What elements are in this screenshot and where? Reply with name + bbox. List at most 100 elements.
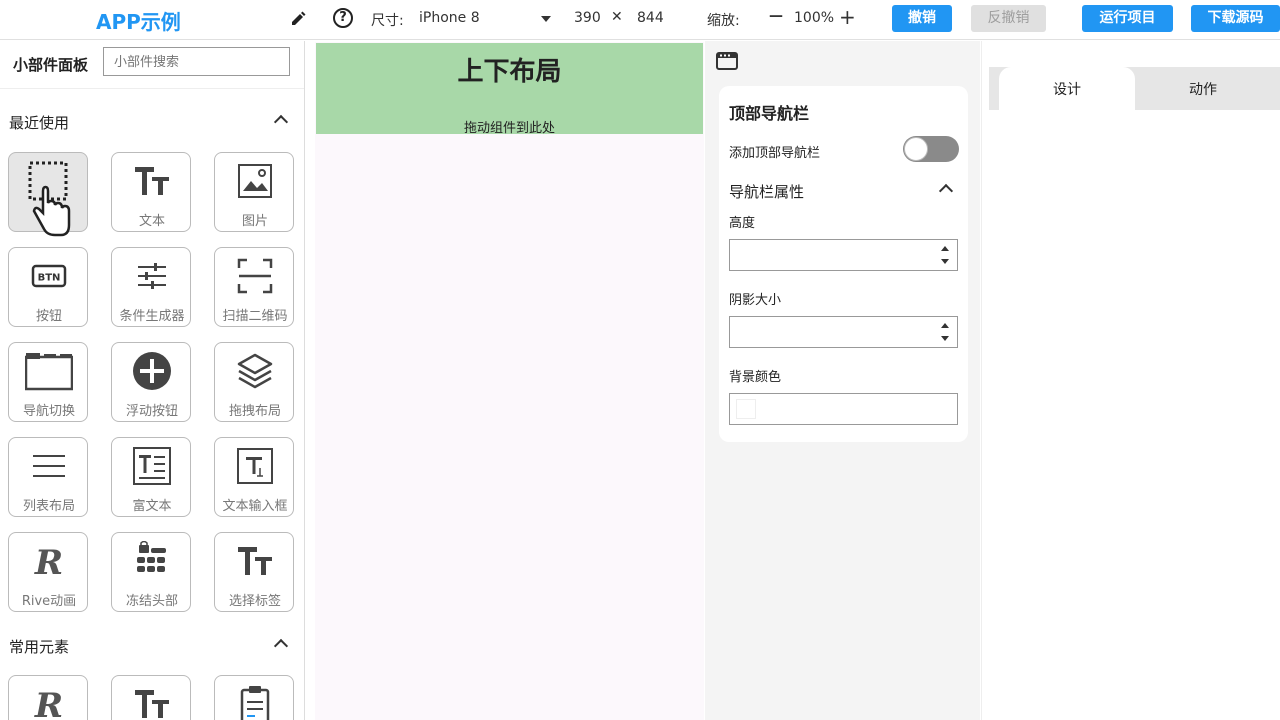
widget-label: 扫描二维码 — [222, 309, 288, 324]
widget-tile[interactable] — [111, 675, 191, 720]
add-nav-toggle[interactable] — [903, 136, 959, 162]
widget-tile[interactable]: BTN 按钮 — [8, 247, 88, 327]
widget-label: 列表布局 — [22, 499, 75, 514]
sliders-icon — [138, 263, 166, 289]
widget-tile[interactable]: 选择标签 — [214, 532, 294, 612]
widget-tile[interactable] — [8, 152, 88, 237]
undo-button[interactable]: 撤销 — [892, 5, 952, 32]
rive-icon: R — [34, 686, 63, 720]
chevron-up-icon[interactable] — [273, 114, 289, 130]
spin-down-icon[interactable] — [941, 336, 949, 341]
tab-bar: 设计 动作 — [989, 67, 1280, 110]
widget-label: 选择标签 — [228, 594, 281, 609]
widget-tile[interactable]: 文本输入框 — [214, 437, 294, 517]
svg-text:R: R — [34, 686, 63, 720]
redo-button[interactable]: 反撤销 — [971, 5, 1046, 32]
widget-tile[interactable]: R Rive动画 — [8, 532, 88, 612]
tab-design[interactable]: 设计 — [999, 67, 1135, 110]
widget-tile[interactable]: R — [8, 675, 88, 720]
height-value[interactable]: 844 — [637, 10, 664, 26]
drag-hand-icon — [28, 161, 71, 237]
widget-label: 拖拽布局 — [228, 404, 281, 419]
widget-panel: 小部件面板 最近使用 文本 图片 BTN 按钮 — [0, 41, 305, 720]
pencil-icon[interactable] — [289, 10, 307, 28]
btn-icon: BTN — [31, 264, 67, 288]
widget-label: 浮动按钮 — [125, 404, 178, 419]
zoom-out-icon[interactable]: — — [769, 8, 783, 24]
widget-label: 按钮 — [35, 309, 62, 324]
text-icon — [135, 690, 169, 718]
drop-hint: 拖动组件到此处 — [463, 121, 555, 136]
widget-tile[interactable]: 文本 — [111, 152, 191, 232]
run-project-button[interactable]: 运行项目 — [1082, 5, 1173, 32]
text-icon — [238, 547, 272, 575]
zoom-value: 100% — [794, 10, 835, 26]
color-swatch[interactable] — [736, 399, 756, 419]
download-source-button[interactable]: 下载源码 — [1191, 5, 1280, 32]
shadow-label: 阴影大小 — [729, 293, 782, 308]
clipboard-icon — [240, 686, 270, 720]
tab-window-icon — [25, 353, 73, 391]
chevron-up-icon[interactable] — [273, 638, 289, 654]
list-icon — [33, 455, 65, 477]
design-canvas[interactable] — [315, 42, 704, 720]
tab-actions[interactable]: 动作 — [1135, 67, 1271, 110]
width-value[interactable]: 390 — [574, 10, 601, 26]
shadow-input[interactable] — [729, 316, 958, 348]
divider — [0, 88, 304, 89]
widget-label: 冻结头部 — [125, 594, 178, 609]
times-icon: ✕ — [611, 9, 623, 25]
layers-icon — [237, 353, 273, 389]
zoom-label: 缩放: — [707, 13, 740, 29]
add-nav-label: 添加顶部导航栏 — [729, 146, 821, 161]
zoom-in-icon[interactable]: + — [839, 5, 856, 29]
size-label: 尺寸: — [371, 13, 404, 29]
widget-tile[interactable]: 冻结头部 — [111, 532, 191, 612]
nav-props-title: 导航栏属性 — [729, 183, 805, 201]
panel-title: 小部件面板 — [13, 56, 89, 74]
widget-tile[interactable]: 拖拽布局 — [214, 342, 294, 422]
widget-tile[interactable]: 导航切换 — [8, 342, 88, 422]
image-icon — [238, 164, 272, 198]
widget-tile[interactable]: 列表布局 — [8, 437, 88, 517]
layout-drop-zone[interactable]: 上下布局 拖动组件到此处 — [316, 43, 703, 136]
spin-up-icon[interactable] — [941, 323, 949, 328]
widget-label: 文本 — [138, 214, 165, 229]
widget-search-input[interactable] — [103, 47, 290, 76]
widget-label: 导航切换 — [22, 404, 75, 419]
svg-text:BTN: BTN — [38, 273, 61, 284]
toggle-knob — [904, 137, 928, 161]
widget-tile[interactable] — [214, 675, 294, 720]
rive-icon: R — [34, 543, 63, 581]
richtext-icon — [133, 447, 171, 485]
freeze-header-icon — [137, 541, 166, 572]
height-input[interactable] — [729, 239, 958, 271]
chevron-down-icon[interactable] — [541, 16, 551, 22]
widget-label: 图片 — [241, 214, 268, 229]
svg-text:R: R — [34, 543, 63, 581]
bg-color-input[interactable] — [729, 393, 958, 425]
widget-tile[interactable]: 富文本 — [111, 437, 191, 517]
height-label: 高度 — [729, 216, 756, 231]
widget-label: 条件生成器 — [119, 309, 185, 324]
top-toolbar: APP示例 ? 尺寸: iPhone 8 390 ✕ 844 缩放: — 100… — [0, 0, 1280, 40]
device-select[interactable]: iPhone 8 — [419, 10, 480, 26]
text-icon — [135, 167, 169, 195]
section-title-recent: 最近使用 — [9, 114, 70, 132]
scan-icon — [237, 258, 273, 294]
textfield-icon — [237, 448, 273, 484]
widget-label: 文本输入框 — [222, 499, 288, 514]
widget-tile[interactable]: 扫描二维码 — [214, 247, 294, 327]
spin-up-icon[interactable] — [941, 246, 949, 251]
help-icon[interactable]: ? — [333, 8, 353, 28]
window-icon[interactable] — [716, 52, 738, 70]
section-title-common: 常用元素 — [9, 638, 70, 656]
widget-label: Rive动画 — [21, 594, 77, 609]
app-title: APP示例 — [96, 10, 181, 34]
layout-title: 上下布局 — [457, 57, 562, 87]
spin-down-icon[interactable] — [941, 259, 949, 264]
widget-tile[interactable]: 图片 — [214, 152, 294, 232]
widget-tile[interactable]: 条件生成器 — [111, 247, 191, 327]
widget-tile[interactable]: 浮动按钮 — [111, 342, 191, 422]
add-circle-icon — [133, 352, 171, 390]
